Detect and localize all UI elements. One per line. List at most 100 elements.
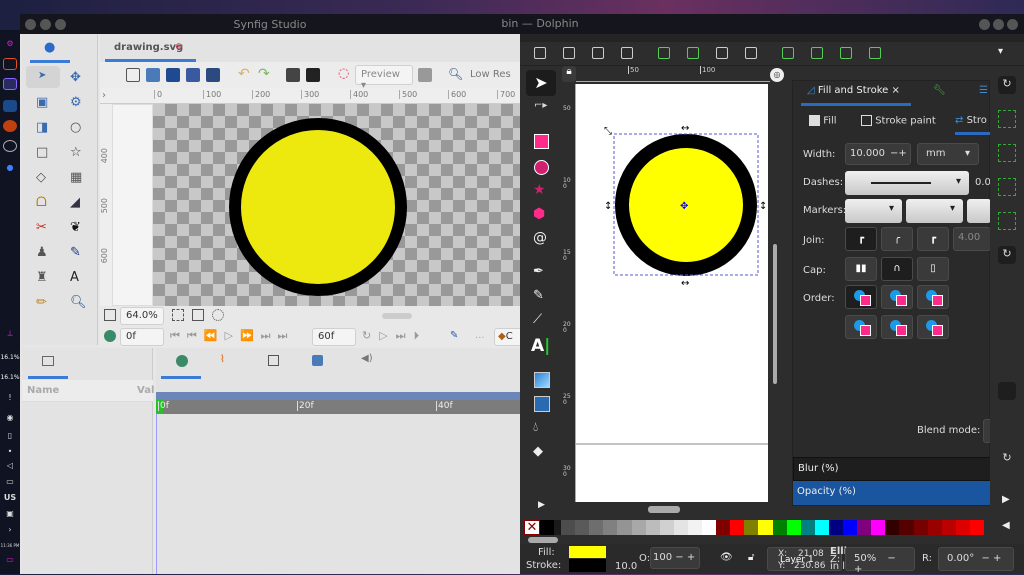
time-range-bar[interactable] <box>156 392 520 400</box>
palette-swatch[interactable] <box>617 520 632 535</box>
palette-swatch[interactable] <box>772 520 787 535</box>
selector-tool[interactable]: ➤ <box>526 70 556 96</box>
round-join-button[interactable]: ╭ <box>881 227 913 251</box>
round-cap-button[interactable]: ∩ <box>881 257 913 281</box>
more-button[interactable]: ... <box>475 330 485 341</box>
snap-others-icon[interactable]: ↻ <box>998 450 1016 468</box>
calligraphy-tool[interactable]: ⟋ <box>533 312 542 327</box>
paint-order-button[interactable] <box>917 285 949 309</box>
palette-swatch[interactable] <box>716 520 731 535</box>
palette-swatch[interactable] <box>871 520 886 535</box>
canvas-area[interactable] <box>153 104 520 306</box>
node-tool[interactable]: ⌐▸ <box>534 100 547 111</box>
mirror-tool[interactable]: ◨ <box>36 120 48 135</box>
clipboard-icon[interactable]: ▯ <box>3 430 17 442</box>
select-all-layers-icon[interactable] <box>563 47 575 59</box>
close-tab-icon[interactable]: ⊗ <box>175 42 183 52</box>
deselect-icon[interactable] <box>592 47 604 59</box>
rotate-cw-icon[interactable] <box>687 47 699 59</box>
rectangle-tool[interactable]: □ <box>36 145 48 160</box>
loop-bounds-controls[interactable]: ↻▷⏭⏵ <box>362 329 427 343</box>
gradient-tool[interactable]: ▦ <box>70 170 82 185</box>
preview-render-icon[interactable] <box>418 68 432 82</box>
width-spinbox[interactable]: 10.000 −+ <box>845 143 911 165</box>
save-as-icon[interactable] <box>186 68 200 82</box>
preview-dropdown[interactable]: Preview ▾ <box>355 65 413 91</box>
text-tool[interactable]: A| <box>531 336 550 356</box>
pencil-tool[interactable]: ✏ <box>36 295 47 310</box>
ellipse-tool[interactable] <box>534 160 549 175</box>
save-icon[interactable] <box>166 68 180 82</box>
maximize-button[interactable] <box>55 19 66 30</box>
palette-swatch[interactable] <box>800 520 815 535</box>
clapperboard-icon[interactable] <box>306 68 320 82</box>
zoom-icon[interactable]: 🔍︎ <box>448 67 463 81</box>
dash-offset[interactable]: 0.0 <box>975 177 991 188</box>
miter-limit[interactable]: 4.00 <box>953 227 991 251</box>
fill-indicator[interactable] <box>569 546 606 558</box>
params-tab-icon[interactable] <box>42 356 54 366</box>
current-frame-field[interactable]: 0f <box>120 328 164 346</box>
palette-swatch[interactable] <box>575 520 590 535</box>
redo-icon[interactable]: ↷ <box>258 66 270 82</box>
stroke-style-tab[interactable]: ⇄ Stro <box>955 115 987 126</box>
scrollbar-thumb[interactable] <box>773 244 777 384</box>
palette-swatch[interactable] <box>631 520 646 535</box>
flip-vertical-icon[interactable] <box>745 47 757 59</box>
volume-icon[interactable]: ◁ <box>3 460 17 472</box>
zoom-out-icon[interactable] <box>172 309 184 321</box>
printer-icon[interactable]: ▭ <box>3 476 17 488</box>
palette-swatch[interactable] <box>828 520 844 535</box>
lock-icon[interactable]: 🔓︎ <box>748 552 754 563</box>
flip-horizontal-icon[interactable] <box>716 47 728 59</box>
skeleton-tool[interactable]: ♟ <box>36 245 48 260</box>
palette-swatch[interactable] <box>744 520 759 535</box>
palette-swatch[interactable] <box>758 520 773 535</box>
value-column-header[interactable]: Val <box>137 385 154 396</box>
palette-swatch[interactable] <box>645 520 660 535</box>
select-all-icon[interactable] <box>534 47 546 59</box>
text-tool[interactable]: A <box>70 270 79 285</box>
bulb-icon[interactable]: • <box>3 446 17 458</box>
obs-icon[interactable] <box>3 140 17 152</box>
transform-tool[interactable]: ➤ <box>26 66 60 88</box>
stroke-width-value[interactable]: 10.0 <box>615 561 637 572</box>
library-tab-icon[interactable] <box>312 355 323 366</box>
steam-icon[interactable]: ◉ <box>3 412 17 424</box>
keyframes-tab-icon[interactable] <box>268 355 279 366</box>
paint-order-button[interactable] <box>917 315 949 339</box>
zoom-correction-icon[interactable]: ◎ <box>770 68 784 82</box>
visibility-icon[interactable]: 👁︎ <box>720 552 733 563</box>
fill-tool[interactable]: ◢ <box>70 195 80 210</box>
lower-bottom-icon[interactable] <box>869 47 881 59</box>
palette-swatch[interactable] <box>969 520 985 535</box>
expand-snap-icon[interactable]: ▶ <box>1002 494 1010 505</box>
palette-swatch[interactable] <box>843 520 858 535</box>
lock-guides-icon[interactable]: 🔒︎ <box>562 66 576 82</box>
lower-icon[interactable] <box>840 47 852 59</box>
time-ruler[interactable]: 0f 20f 40f <box>156 400 520 414</box>
smooth-move-tool[interactable]: ✥ <box>70 70 81 85</box>
paint-order-button[interactable] <box>845 315 877 339</box>
palette-swatch[interactable] <box>702 520 717 535</box>
snap-nodes-icon[interactable]: ↻ <box>998 246 1016 264</box>
undo-icon[interactable]: ↶ <box>238 66 250 82</box>
scale-tool[interactable]: ▣ <box>36 95 48 110</box>
maximize-button[interactable] <box>993 19 1004 30</box>
name-column-header[interactable]: Name <box>27 385 59 396</box>
tab-drawing-svg[interactable]: drawing.svg <box>114 42 183 53</box>
square-cap-button[interactable]: ▯ <box>917 257 949 281</box>
tab-xml-editor-icon[interactable]: 🔧︎ <box>933 85 946 96</box>
palette-swatch[interactable] <box>814 520 829 535</box>
palette-swatch[interactable] <box>687 520 703 535</box>
palette-swatch[interactable] <box>955 520 970 535</box>
new-file-icon[interactable] <box>126 68 140 82</box>
expand-tools-icon[interactable]: ▶ <box>538 500 545 510</box>
snap-bbox-edge-icon[interactable] <box>998 144 1016 162</box>
rotation-spinbox[interactable]: 0.00° − + <box>938 547 1014 571</box>
snap-bbox-mid-icon[interactable] <box>998 212 1016 230</box>
low-res-toggle[interactable]: Low Res <box>470 69 511 80</box>
animation-mode-icon[interactable] <box>104 330 116 342</box>
palette-swatch[interactable] <box>659 520 674 535</box>
tab-align-icon[interactable]: ☰ <box>979 85 988 96</box>
